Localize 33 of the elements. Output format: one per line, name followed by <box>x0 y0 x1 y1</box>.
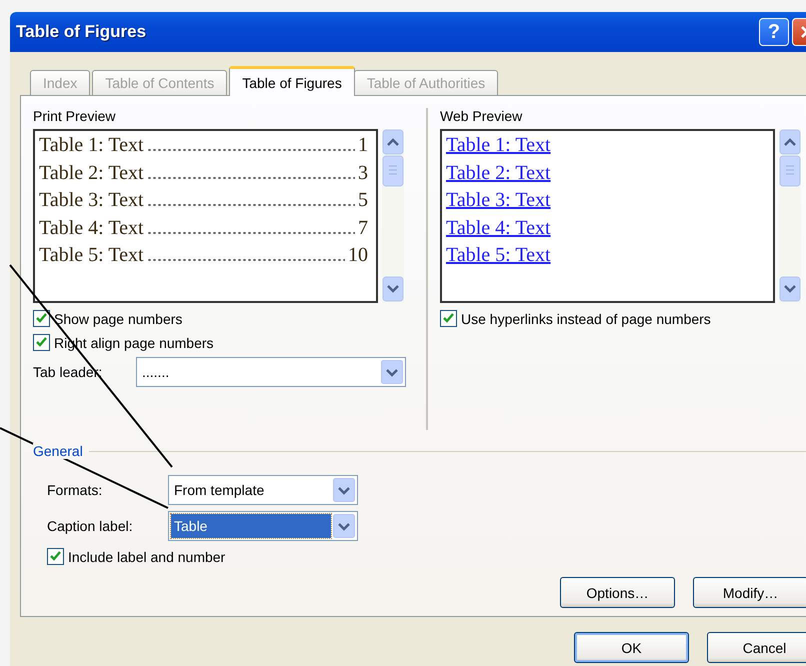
tab-leader-dropdown[interactable]: ....... <box>136 357 406 387</box>
panel-button[interactable]: Modify… <box>693 577 806 608</box>
page-number: 5 <box>358 188 368 213</box>
field-label: Formats: <box>47 482 104 498</box>
entry-title: Table 3: Text <box>39 188 144 213</box>
entry-title: Table 4: Text <box>39 216 144 240</box>
group-title: General <box>33 443 83 459</box>
entry-title: Table 1: Text <box>39 133 144 158</box>
page-number: 7 <box>358 216 368 240</box>
link[interactable]: Table 4: Text <box>446 214 551 242</box>
panel-button[interactable]: Options… <box>560 577 675 608</box>
window-title: Table of Figures <box>16 22 148 42</box>
tab[interactable]: Table of Figures <box>229 66 355 96</box>
link[interactable]: Table 1: Text <box>446 132 551 160</box>
link[interactable]: Table 5: Text <box>446 242 551 270</box>
entry-title: Table 5: Text <box>39 243 144 268</box>
checkbox-label: Include label and number <box>68 548 226 564</box>
dialog-button[interactable]: OK <box>574 632 689 663</box>
page-number: 1 <box>358 133 368 158</box>
link[interactable]: Table 2: Text <box>446 160 551 187</box>
dropdown[interactable]: From template <box>168 475 358 505</box>
dropdown[interactable]: Table <box>168 511 358 541</box>
help-button[interactable]: ? <box>759 18 789 46</box>
entry-title: Table 2: Text <box>39 160 144 186</box>
page-number: 10 <box>348 243 368 268</box>
checkbox-label: Show page numbers <box>54 310 182 326</box>
checkbox-label: Use hyperlinks instead of page numbers <box>461 310 711 326</box>
section-label: Web Preview <box>440 108 524 124</box>
link[interactable]: Table 3: Text <box>446 187 551 214</box>
dialog-button[interactable]: Cancel <box>707 632 806 663</box>
field-label: Caption label: <box>47 518 134 534</box>
page-number: 3 <box>358 160 368 186</box>
section-label: Print Preview <box>33 108 116 124</box>
